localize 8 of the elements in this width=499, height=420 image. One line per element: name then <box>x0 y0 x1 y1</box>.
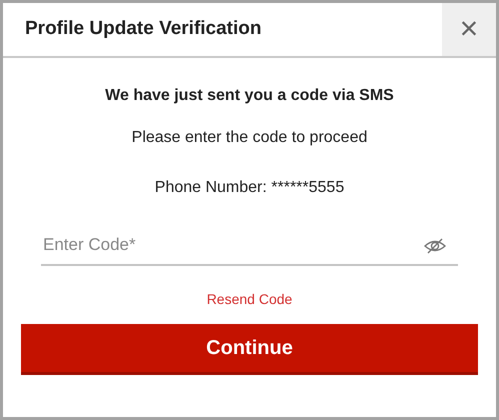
continue-button[interactable]: Continue <box>21 324 478 374</box>
dialog-title: Profile Update Verification <box>24 17 262 42</box>
close-button[interactable]: × <box>442 3 496 56</box>
eye-slash-icon[interactable] <box>424 236 446 255</box>
resend-code-link[interactable]: Resend Code <box>206 290 292 306</box>
heading: We have just sent you a code via SMS <box>104 86 395 106</box>
instruction-text: Please enter the code to proceed <box>130 128 368 148</box>
phone-number-text: Phone Number: ******5555 <box>154 178 346 198</box>
